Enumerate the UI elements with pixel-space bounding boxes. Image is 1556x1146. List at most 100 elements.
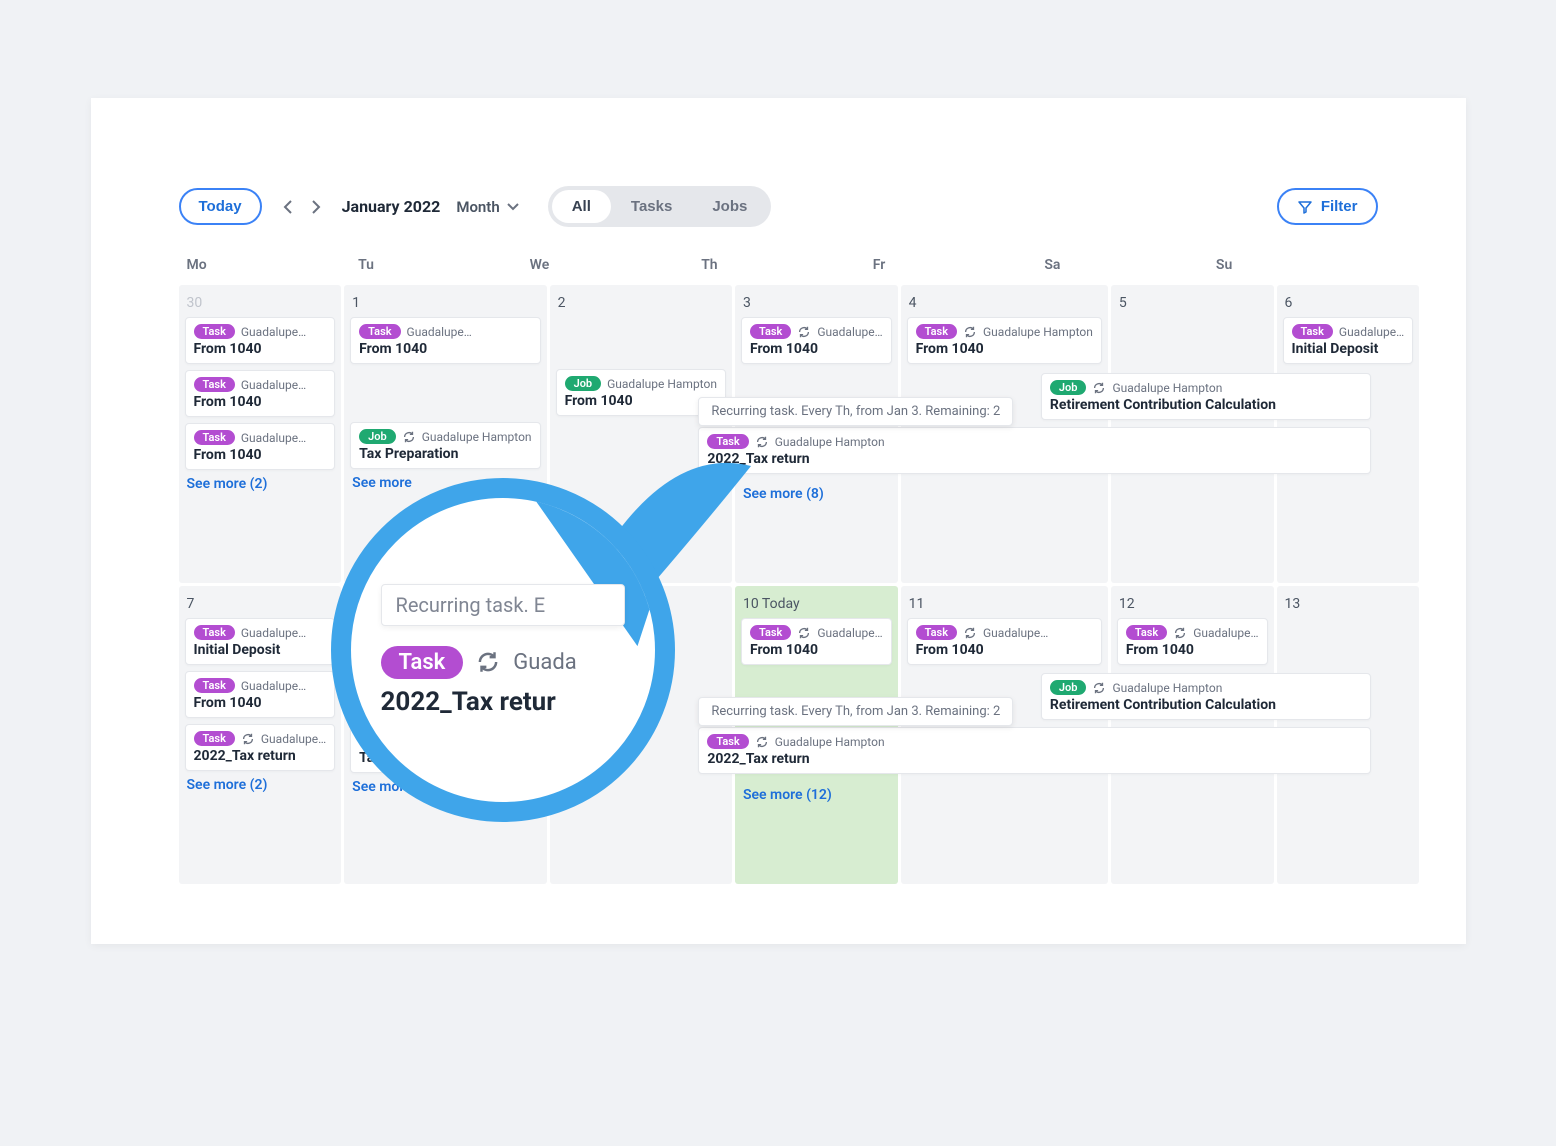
event[interactable]: TaskGuadalupe…From 1040 bbox=[741, 618, 892, 665]
task-badge: Task bbox=[194, 377, 235, 392]
event-name: Guadalupe Hampton bbox=[775, 735, 885, 749]
event-title: From 1040 bbox=[916, 341, 1093, 357]
event[interactable]: TaskGuadalupe…From 1040 bbox=[907, 618, 1102, 665]
event[interactable]: TaskGuadalupe…From 1040 bbox=[741, 317, 892, 364]
segmented-filter: All Tasks Jobs bbox=[548, 186, 772, 227]
task-badge: Task bbox=[916, 625, 957, 640]
recur-icon bbox=[755, 735, 769, 749]
event-title: From 1040 bbox=[194, 447, 327, 463]
calendar-app: Today January 2022 Month All Tasks Jobs bbox=[91, 98, 1466, 944]
event-title: From 1040 bbox=[750, 642, 883, 658]
event-name: Guadalupe Hampton bbox=[1112, 381, 1222, 395]
recur-icon bbox=[1173, 626, 1187, 640]
task-badge: Task bbox=[1126, 625, 1167, 640]
spanning-event-retirement[interactable]: JobGuadalupe Hampton Retirement Contribu… bbox=[1041, 373, 1372, 420]
recur-icon bbox=[797, 626, 811, 640]
see-more[interactable]: See more (8) bbox=[741, 486, 892, 502]
event-title: Initial Deposit bbox=[1292, 341, 1405, 357]
event[interactable]: TaskGuadalupe…From 1040 bbox=[185, 370, 336, 417]
day-number: 6 bbox=[1283, 295, 1414, 311]
event[interactable]: TaskGuadalupe…2022_Tax return bbox=[185, 724, 336, 771]
event[interactable]: TaskGuadalupe…From 1040 bbox=[185, 423, 336, 470]
event[interactable]: JobGuadalupe HamptonTax Preparation bbox=[350, 422, 540, 469]
recur-icon bbox=[797, 325, 811, 339]
event-name: Guadalupe… bbox=[817, 325, 882, 339]
header-tu: Tu bbox=[350, 251, 520, 279]
job-badge: Job bbox=[565, 376, 602, 391]
event-name: Guadalupe… bbox=[817, 626, 882, 640]
event-name: Guadalupe Hampton bbox=[775, 435, 885, 449]
see-more[interactable]: See more (2) bbox=[185, 476, 336, 492]
day-number: 30 bbox=[185, 295, 336, 311]
day-number: 10 Today bbox=[741, 596, 892, 612]
spanning-event-retirement-2[interactable]: JobGuadalupe Hampton Retirement Contribu… bbox=[1041, 673, 1372, 720]
next-month-button[interactable] bbox=[306, 195, 326, 219]
event[interactable]: TaskGuadalupe…Initial Deposit bbox=[185, 618, 336, 665]
recur-icon bbox=[475, 649, 501, 675]
event-name: Guadalupe Hampton bbox=[1112, 681, 1222, 695]
day-number: 3 bbox=[741, 295, 892, 311]
tooltip-recurring: Recurring task. Every Th, from Jan 3. Re… bbox=[698, 397, 1013, 426]
event-name: Guadalupe… bbox=[407, 325, 472, 339]
today-button[interactable]: Today bbox=[179, 188, 262, 225]
header-th: Th bbox=[693, 251, 863, 279]
task-badge: Task bbox=[194, 731, 235, 746]
prev-month-button[interactable] bbox=[278, 195, 298, 219]
cell-30[interactable]: 30 TaskGuadalupe…From 1040 TaskGuadalupe… bbox=[179, 285, 342, 583]
filter-icon bbox=[1297, 199, 1313, 215]
event-name: Guadalupe Hampton bbox=[983, 325, 1093, 339]
day-number: 11 bbox=[907, 596, 1102, 612]
see-more[interactable]: See more (2) bbox=[185, 777, 336, 793]
recur-icon bbox=[1092, 681, 1106, 695]
event-name: Guadalupe… bbox=[241, 325, 306, 339]
day-number: 13 bbox=[1283, 596, 1414, 612]
event[interactable]: TaskGuadalupe…From 1040 bbox=[350, 317, 540, 364]
event-title: From 1040 bbox=[750, 341, 883, 357]
recur-icon bbox=[1092, 381, 1106, 395]
chevron-right-icon bbox=[310, 199, 322, 215]
event[interactable]: Task Guadalupe… From 1040 bbox=[185, 317, 336, 364]
job-badge: Job bbox=[1050, 380, 1087, 395]
event-title: From 1040 bbox=[916, 642, 1093, 658]
cell-7[interactable]: 7 TaskGuadalupe…Initial Deposit TaskGuad… bbox=[179, 586, 342, 884]
event-title: 2022_Tax return bbox=[707, 451, 1362, 467]
segment-all[interactable]: All bbox=[552, 190, 611, 223]
filter-button[interactable]: Filter bbox=[1277, 188, 1378, 225]
task-badge: Task bbox=[359, 324, 400, 339]
event-name: Guadalupe… bbox=[1339, 325, 1404, 339]
calendar-header: Mo Tu We Th Fr Sa Su bbox=[179, 251, 1378, 279]
event[interactable]: TaskGuadalupe…From 1040 bbox=[185, 671, 336, 718]
event-title: From 1040 bbox=[194, 394, 327, 410]
event-name: Guadalupe Hampton bbox=[422, 430, 532, 444]
recur-icon bbox=[963, 325, 977, 339]
view-select[interactable]: Month bbox=[456, 198, 519, 216]
event[interactable]: Task Guadalupe… From 1040 bbox=[1117, 618, 1268, 665]
magnifier-tooltip: Recurring task. E bbox=[381, 584, 625, 626]
recur-icon bbox=[963, 626, 977, 640]
spanning-event-tax-return-2[interactable]: TaskGuadalupe Hampton 2022_Tax return bbox=[698, 727, 1371, 774]
header-fr: Fr bbox=[865, 251, 1035, 279]
recur-icon bbox=[402, 430, 416, 444]
event-title: From 1040 bbox=[1126, 642, 1259, 658]
filter-label: Filter bbox=[1321, 198, 1358, 215]
event[interactable]: TaskGuadalupe HamptonFrom 1040 bbox=[907, 317, 1102, 364]
chevron-left-icon bbox=[282, 199, 294, 215]
event-title: From 1040 bbox=[194, 341, 327, 357]
event[interactable]: TaskGuadalupe…Initial Deposit bbox=[1283, 317, 1414, 364]
segment-tasks[interactable]: Tasks bbox=[611, 190, 692, 223]
event-name: Guadalupe… bbox=[1193, 626, 1258, 640]
spanning-event-tax-return[interactable]: TaskGuadalupe Hampton 2022_Tax return bbox=[698, 427, 1371, 474]
task-badge: Task bbox=[194, 324, 235, 339]
event-name: Guadalupe Hampton bbox=[607, 377, 717, 391]
segment-jobs[interactable]: Jobs bbox=[692, 190, 767, 223]
magnifier-event: Task Guada 2022_Tax retur bbox=[381, 646, 625, 717]
day-number: 4 bbox=[907, 295, 1102, 311]
day-number: 12 bbox=[1117, 596, 1268, 612]
event-title: Retirement Contribution Calculation bbox=[1050, 697, 1363, 713]
day-number: 7 bbox=[185, 596, 336, 612]
task-badge: Task bbox=[194, 430, 235, 445]
header-mo: Mo bbox=[179, 251, 349, 279]
header-we: We bbox=[522, 251, 692, 279]
magnifier-name: Guada bbox=[513, 650, 576, 675]
see-more[interactable]: See more (12) bbox=[741, 787, 892, 803]
